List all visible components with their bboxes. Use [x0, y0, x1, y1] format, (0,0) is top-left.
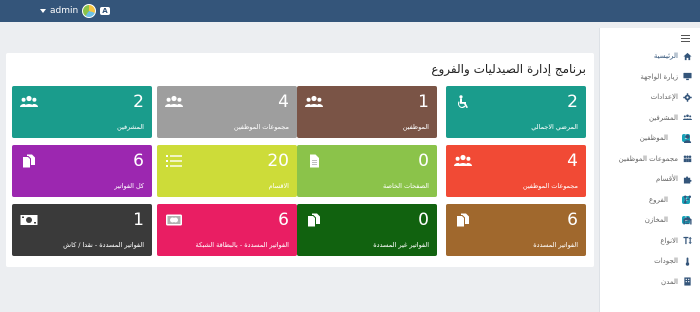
sidebar-item[interactable]: المخازن1: [599, 210, 700, 231]
user-icon: [683, 134, 692, 143]
sidebar-item-label: المخازن: [644, 216, 668, 225]
users-icon: [165, 94, 183, 108]
username[interactable]: admin: [50, 6, 78, 16]
stat-tile[interactable]: 0 الصفحات الخاصة: [297, 145, 437, 197]
sidebar-item-label: الرئيسية: [653, 52, 678, 61]
stat-label: مجموعات الموظفين: [522, 182, 578, 190]
stat-value: 2: [567, 92, 578, 112]
sidebar-item[interactable]: الموظفين1: [599, 128, 700, 149]
stat-tile[interactable]: 2 المرضي الاجمالي: [446, 86, 586, 138]
sidebar-item[interactable]: المشرفين: [599, 108, 700, 129]
stat-label: الموظفين: [402, 123, 429, 131]
stat-tile[interactable]: 0 الفواتير غير المسددة: [297, 204, 437, 256]
page-title: برنامج إدارة الصيدليات والفروع: [431, 62, 586, 76]
sidebar-item[interactable]: المدن: [599, 272, 700, 293]
stat-value: 6: [133, 151, 144, 171]
puzzle-icon: [683, 175, 692, 184]
stat-value: 1: [133, 210, 144, 230]
branch-icon: [683, 195, 692, 204]
stat-value: 20: [267, 151, 289, 171]
sidebar-item-label: مجموعات الموظفين: [618, 154, 678, 163]
sidebar-item[interactable]: زيارة الواجهة: [599, 67, 700, 88]
sidebar-item-label: المشرفين: [648, 113, 678, 122]
stat-tile[interactable]: 20 الاقسام: [157, 145, 297, 197]
sidebar-menu: الرئيسية زيارة الواجهة الإعدادات المشرفين ال…: [599, 46, 700, 292]
sidebar-item[interactable]: الإعدادات: [599, 87, 700, 108]
stat-label: الفواتير المسددة - بالبطاقة الشبكة: [195, 241, 289, 249]
stat-label: الفواتير غير المسددة: [373, 241, 429, 249]
money-icon: [20, 212, 38, 226]
stat-tile[interactable]: 2 المشرفين: [12, 86, 152, 138]
stat-value: 2: [133, 92, 144, 112]
stat-value: 0: [418, 151, 429, 171]
stat-value: 1: [418, 92, 429, 112]
users-icon: [683, 113, 692, 122]
stat-value: 6: [278, 210, 289, 230]
sidebar-item-label: الموظفين: [639, 134, 668, 143]
stat-tile[interactable]: 4 مجموعات الموظفين: [157, 86, 297, 138]
sidebar-item-label: زيارة الواجهة: [640, 72, 678, 81]
stat-label: الفواتير المسددة - نقدا / كاش: [63, 241, 144, 249]
building-icon: [683, 277, 692, 286]
monitor-icon: [683, 72, 692, 81]
users-icon: [20, 94, 38, 108]
stat-label: مجموعات الموظفين: [233, 123, 289, 131]
stat-value: 6: [567, 210, 578, 230]
dashboard-panel: برنامج إدارة الصيدليات والفروع 2 المرضي ا…: [6, 53, 594, 267]
stat-label: المرضي الاجمالي: [531, 123, 578, 131]
stat-tile[interactable]: 4 مجموعات الموظفين: [446, 145, 586, 197]
stat-label: الصفحات الخاصة: [382, 182, 429, 190]
users-icon: [305, 94, 323, 108]
stat-value: 4: [567, 151, 578, 171]
stat-label: الاقسام: [268, 182, 289, 190]
stat-tile[interactable]: 6 الفواتير المسددة: [446, 204, 586, 256]
stat-label: المشرفين: [117, 123, 144, 131]
app-logo-icon: [82, 4, 97, 18]
sidebar-item[interactable]: مجموعات الموظفين: [599, 149, 700, 170]
sidebar: الرئيسية زيارة الواجهة الإعدادات المشرفين ال…: [599, 28, 700, 312]
sidebar-item[interactable]: الأقسام: [599, 169, 700, 190]
sidebar-item[interactable]: الانواع: [599, 231, 700, 252]
language-switch[interactable]: A: [100, 7, 110, 15]
sidebar-item-label: المدن: [661, 277, 678, 286]
sidebar-item-label: الانواع: [660, 236, 678, 245]
user-menu[interactable]: admin A: [40, 3, 110, 19]
sidebar-item-label: الأقسام: [656, 175, 678, 184]
sidebar-item-label: الفروع: [648, 195, 668, 204]
users-icon: [454, 153, 472, 167]
hamburger-menu-icon[interactable]: [681, 35, 690, 42]
text-height-icon: [683, 236, 692, 245]
caret-down-icon[interactable]: [40, 9, 46, 13]
top-navbar: admin A: [0, 0, 700, 22]
stat-value: 0: [418, 210, 429, 230]
sidebar-item[interactable]: الجودات: [599, 251, 700, 272]
group-icon: [683, 154, 692, 163]
stat-tile[interactable]: 6 الفواتير المسددة - بالبطاقة الشبكة: [157, 204, 297, 256]
file-icon: [305, 153, 323, 168]
credit-card-icon: [165, 212, 183, 226]
gear-icon: [683, 93, 692, 102]
warehouse-icon: [683, 216, 692, 225]
sidebar-item[interactable]: الفروع 1: [599, 190, 700, 211]
stat-value: 4: [278, 92, 289, 112]
stat-tile[interactable]: 1 الفواتير المسددة - نقدا / كاش: [12, 204, 152, 256]
home-icon: [683, 52, 692, 61]
list-icon: [165, 153, 183, 167]
copy-icon: [305, 212, 323, 227]
stat-tile[interactable]: 1 الموظفين: [297, 86, 437, 138]
stat-label: كل الفواتير: [114, 182, 144, 190]
sidebar-item[interactable]: الرئيسية: [599, 46, 700, 67]
stat-label: الفواتير المسددة: [533, 241, 578, 249]
stat-tile[interactable]: 6 كل الفواتير: [12, 145, 152, 197]
copy-icon: [454, 212, 472, 227]
sidebar-item-label: الإعدادات: [650, 93, 678, 102]
thermometer-icon: [683, 257, 692, 266]
sidebar-item-label: الجودات: [654, 257, 678, 266]
wheelchair-icon: [454, 94, 472, 109]
copy-icon: [20, 153, 38, 168]
